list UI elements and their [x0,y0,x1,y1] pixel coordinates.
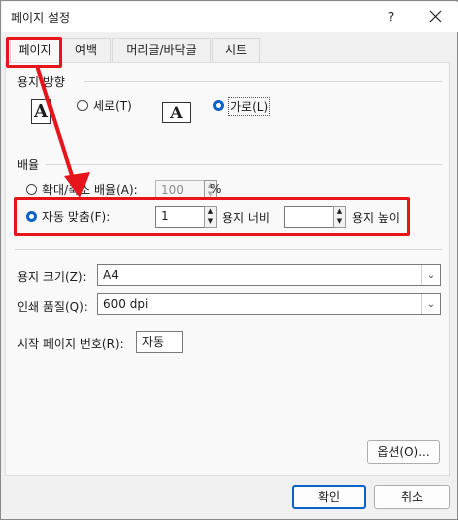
annotation-arrow [36,67,90,198]
